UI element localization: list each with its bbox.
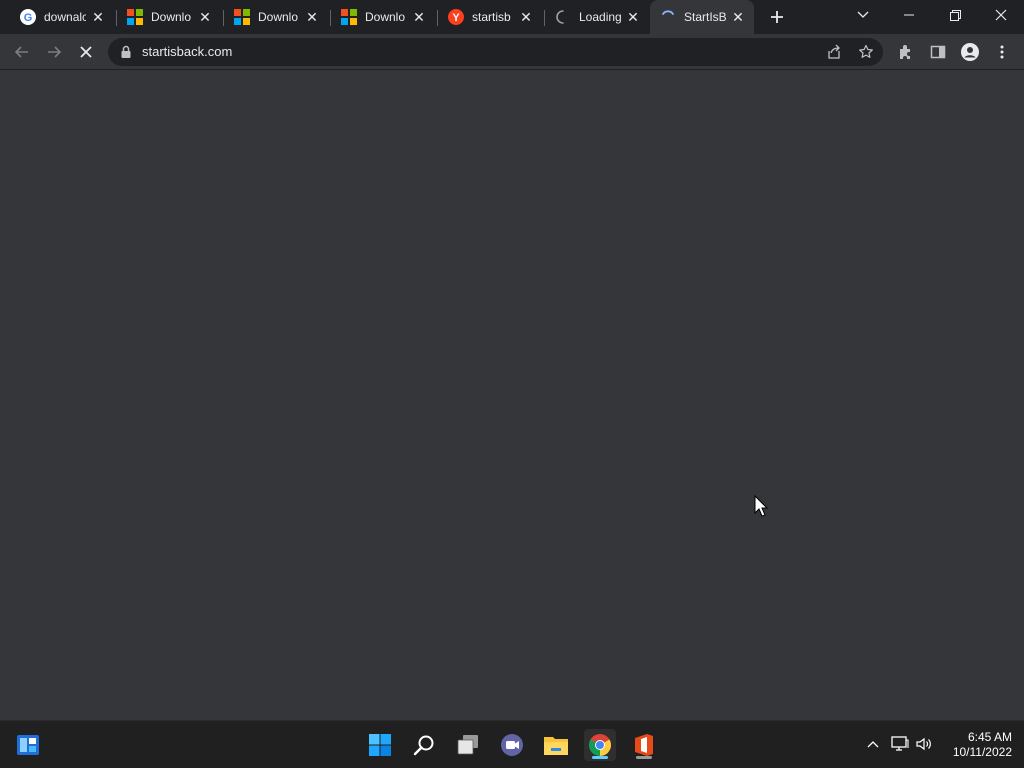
loading-spinner-icon — [555, 9, 571, 25]
share-icon — [828, 44, 840, 59]
puzzle-icon — [900, 45, 910, 59]
chrome-icon — [589, 734, 611, 756]
close-icon[interactable]: ✕ — [90, 9, 106, 25]
tab-title: downalc — [44, 10, 86, 24]
forward-button[interactable] — [42, 40, 66, 64]
profile-button[interactable] — [958, 40, 982, 64]
svg-text:G: G — [24, 12, 33, 24]
lock-icon[interactable] — [120, 45, 132, 59]
tab-search-button[interactable] — [840, 0, 886, 30]
close-icon[interactable]: ✕ — [411, 9, 427, 25]
start-icon — [369, 734, 391, 756]
tab-google-search[interactable]: G downalc ✕ — [10, 0, 114, 34]
close-window-button[interactable] — [978, 0, 1024, 30]
widgets-button[interactable] — [12, 729, 44, 761]
network-icon — [891, 736, 909, 751]
browser-toolbar: startisback.com — [0, 34, 1024, 70]
close-icon[interactable]: ✕ — [304, 9, 320, 25]
clock-date: 10/11/2022 — [952, 745, 1012, 759]
tab-yandex-startisback[interactable]: Y startisb ✕ — [438, 0, 542, 34]
tab-download-3[interactable]: Downlo ✕ — [331, 0, 435, 34]
volume-button[interactable] — [913, 733, 935, 755]
plus-icon — [771, 11, 783, 23]
tab-title: StartIsB — [684, 10, 726, 24]
loading-spinner-icon — [660, 9, 676, 25]
close-icon[interactable]: ✕ — [518, 9, 534, 25]
teams-chat-icon — [501, 734, 523, 756]
taskbar: 6:45 AM 10/11/2022 — [0, 720, 1024, 768]
arrow-left-icon — [14, 46, 28, 58]
tab-download-2[interactable]: Downlo ✕ — [224, 0, 328, 34]
address-bar[interactable]: startisback.com — [108, 38, 883, 66]
tab-title: startisb — [472, 10, 511, 24]
microsoft-icon — [127, 9, 143, 25]
task-view-button[interactable] — [452, 729, 484, 761]
search-button[interactable] — [408, 729, 440, 761]
yandex-icon: Y — [448, 9, 464, 25]
chrome-button[interactable] — [584, 729, 616, 761]
restore-button[interactable] — [932, 0, 978, 30]
task-view-icon — [457, 735, 478, 755]
speaker-icon — [916, 737, 931, 751]
star-icon — [859, 44, 873, 58]
close-icon[interactable]: ✕ — [625, 9, 641, 25]
microsoft-icon — [341, 9, 357, 25]
tab-title: Downlo — [365, 10, 406, 24]
microsoft-icon — [234, 9, 250, 25]
url-text[interactable]: startisback.com — [142, 45, 232, 59]
search-icon — [413, 735, 434, 756]
tab-loading[interactable]: Loading ✕ — [545, 0, 649, 34]
chevron-up-icon — [867, 741, 879, 748]
page-content[interactable] — [0, 71, 1024, 720]
close-icon — [995, 9, 1007, 21]
minimize-button[interactable] — [886, 0, 932, 30]
stop-loading-button[interactable] — [74, 40, 98, 64]
side-panel-icon — [930, 45, 946, 59]
mouse-cursor-icon — [754, 494, 769, 517]
file-explorer-icon — [544, 737, 568, 755]
active-indicator — [592, 756, 608, 759]
tab-download-1[interactable]: Downlo ✕ — [117, 0, 221, 34]
show-hidden-icons-button[interactable] — [862, 733, 884, 755]
tab-strip: G downalc ✕ Downlo ✕ Downlo ✕ Downlo ✕ Y… — [0, 0, 1024, 34]
bookmark-button[interactable] — [854, 40, 878, 64]
file-explorer-button[interactable] — [540, 729, 572, 761]
teams-chat-button[interactable] — [496, 729, 528, 761]
office-icon — [635, 734, 653, 756]
network-button[interactable] — [889, 733, 911, 755]
taskbar-clock[interactable]: 6:45 AM 10/11/2022 — [940, 730, 1012, 760]
kebab-menu-icon — [1000, 45, 1004, 59]
svg-text:Y: Y — [452, 12, 460, 24]
close-icon[interactable]: ✕ — [730, 9, 746, 25]
start-button[interactable] — [364, 729, 396, 761]
tab-title: Downlo — [258, 10, 299, 24]
new-tab-button[interactable] — [766, 6, 788, 28]
avatar-icon — [961, 43, 979, 61]
menu-button[interactable] — [990, 40, 1014, 64]
close-icon[interactable]: ✕ — [197, 9, 213, 25]
widgets-icon — [17, 735, 39, 755]
tab-title: Downlo — [151, 10, 192, 24]
tab-title: Loading — [579, 10, 621, 24]
restore-icon — [949, 9, 961, 21]
share-button[interactable] — [822, 40, 846, 64]
chevron-down-icon — [857, 11, 869, 18]
office-button[interactable] — [628, 729, 660, 761]
running-indicator — [636, 756, 652, 759]
stop-icon — [80, 46, 92, 58]
side-panel-button[interactable] — [926, 40, 950, 64]
arrow-right-icon — [48, 46, 62, 58]
back-button[interactable] — [10, 40, 34, 64]
extensions-button[interactable] — [894, 40, 918, 64]
minimize-icon — [904, 14, 914, 16]
clock-time: 6:45 AM — [967, 730, 1012, 744]
google-icon: G — [20, 9, 36, 25]
tab-startisback-active[interactable]: StartIsB ✕ — [650, 0, 754, 34]
